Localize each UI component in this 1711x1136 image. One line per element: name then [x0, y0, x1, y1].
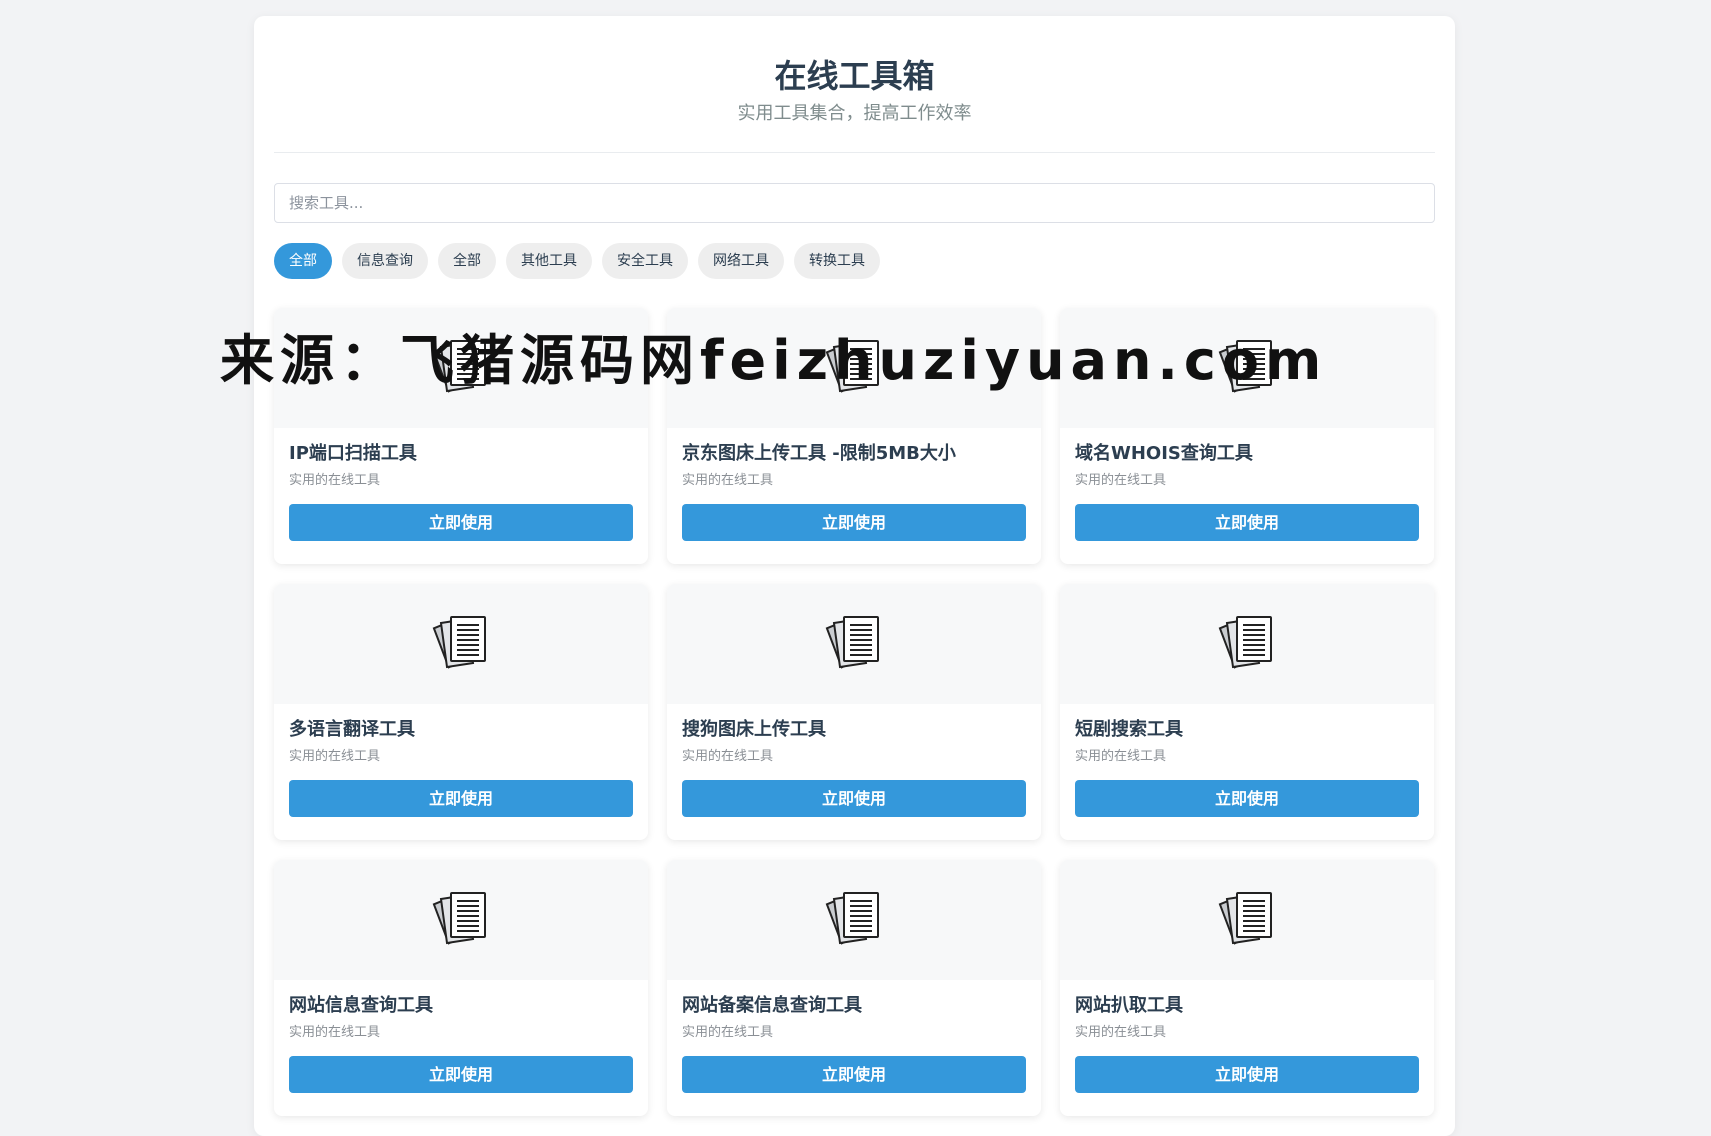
- tool-card-description: 实用的在线工具: [682, 1025, 774, 1040]
- tool-card: 短剧搜索工具实用的在线工具立即使用: [1060, 584, 1434, 840]
- tool-card-title: 网站备案信息查询工具: [682, 995, 862, 1016]
- tool-card-title: 短剧搜索工具: [1075, 719, 1183, 740]
- tool-card-thumbnail: [274, 308, 648, 428]
- document-stack-icon: [1218, 892, 1272, 945]
- tool-card: 搜狗图床上传工具实用的在线工具立即使用: [667, 584, 1041, 840]
- filter-button[interactable]: 其他工具: [506, 243, 592, 279]
- use-now-button[interactable]: 立即使用: [1075, 780, 1419, 817]
- tool-card: 网站信息查询工具实用的在线工具立即使用: [274, 860, 648, 1116]
- category-filters: 全部 信息查询 全部 其他工具 安全工具 网络工具 转换工具: [274, 243, 1435, 279]
- page-header: 在线工具箱 实用工具集合，提高工作效率: [274, 16, 1435, 153]
- tool-card-body: IP端口扫描工具实用的在线工具立即使用: [274, 428, 648, 541]
- tool-card-body: 域名WHOIS查询工具实用的在线工具立即使用: [1060, 428, 1434, 541]
- use-now-button[interactable]: 立即使用: [289, 780, 633, 817]
- use-now-button[interactable]: 立即使用: [682, 780, 1026, 817]
- document-stack-icon: [432, 616, 486, 669]
- main-container: 在线工具箱 实用工具集合，提高工作效率 全部信息查询全部其他工具安全工具网络工具…: [254, 16, 1455, 1136]
- tool-card-body: 短剧搜索工具实用的在线工具立即使用: [1060, 704, 1434, 817]
- use-now-button[interactable]: 立即使用: [682, 504, 1026, 541]
- tool-grid: IP端口扫描工具 实用的在线工具 立即使用 京东图床上传工具 -限制5MB大小 实用的…: [274, 308, 1435, 1116]
- filter-button[interactable]: 转换工具: [794, 243, 880, 279]
- filter-button[interactable]: 安全工具: [602, 243, 688, 279]
- tool-card-title: 多语言翻译工具: [289, 719, 415, 740]
- use-now-button[interactable]: 立即使用: [1075, 504, 1419, 541]
- tool-card: 网站备案信息查询工具实用的在线工具立即使用: [667, 860, 1041, 1116]
- tool-card-thumbnail: [1060, 860, 1434, 980]
- search-input[interactable]: [274, 183, 1435, 223]
- tool-card-description: 实用的在线工具: [682, 749, 774, 764]
- tool-card-body: 网站扒取工具实用的在线工具立即使用: [1060, 980, 1434, 1093]
- tool-card-description: 实用的在线工具: [682, 473, 774, 488]
- tool-card-title: 京东图床上传工具 -限制5MB大小: [682, 443, 956, 464]
- use-now-button[interactable]: 立即使用: [682, 1056, 1026, 1093]
- tool-card-body: 搜狗图床上传工具实用的在线工具立即使用: [667, 704, 1041, 817]
- tool-card-thumbnail: [667, 584, 1041, 704]
- use-now-button[interactable]: 立即使用: [289, 1056, 633, 1093]
- tool-card-description: 实用的在线工具: [1075, 473, 1167, 488]
- tool-card-thumbnail: [274, 584, 648, 704]
- tool-card: 京东图床上传工具 -限制5MB大小实用的在线工具立即使用: [667, 308, 1041, 564]
- filter-button[interactable]: 信息查询: [342, 243, 428, 279]
- tool-card-title: IP端口扫描工具: [289, 443, 417, 464]
- tool-card-body: 多语言翻译工具实用的在线工具立即使用: [274, 704, 648, 817]
- tool-card-description: 实用的在线工具: [289, 1025, 381, 1040]
- tool-card-description: 实用的在线工具: [1075, 749, 1167, 764]
- filter-button[interactable]: 全部: [438, 243, 496, 279]
- tool-card-thumbnail: [667, 860, 1041, 980]
- tool-card-title: 网站扒取工具: [1075, 995, 1183, 1016]
- document-stack-icon: [1218, 616, 1272, 669]
- tool-card-title: 搜狗图床上传工具: [682, 719, 826, 740]
- tool-card: IP端口扫描工具实用的在线工具立即使用: [274, 308, 648, 564]
- tool-card-title: 网站信息查询工具: [289, 995, 433, 1016]
- tool-card-thumbnail: [1060, 308, 1434, 428]
- document-stack-icon: [432, 892, 486, 945]
- search-bar: [274, 183, 1435, 223]
- tool-card: 网站扒取工具实用的在线工具立即使用: [1060, 860, 1434, 1116]
- use-now-button[interactable]: 立即使用: [289, 504, 633, 541]
- tool-card-description: 实用的在线工具: [289, 749, 381, 764]
- filter-button[interactable]: 全部: [274, 243, 332, 279]
- use-now-button[interactable]: 立即使用: [1075, 1056, 1419, 1093]
- document-stack-icon: [825, 340, 879, 393]
- document-stack-icon: [1218, 340, 1272, 393]
- tool-card-description: 实用的在线工具: [289, 473, 381, 488]
- tool-card-description: 实用的在线工具: [1075, 1025, 1167, 1040]
- page-title: 在线工具箱: [774, 57, 935, 95]
- page-subtitle: 实用工具集合，提高工作效率: [737, 103, 972, 124]
- tool-card-title: 域名WHOIS查询工具: [1075, 443, 1253, 464]
- tool-card-thumbnail: [274, 860, 648, 980]
- document-stack-icon: [432, 340, 486, 393]
- document-stack-icon: [825, 892, 879, 945]
- tool-card-body: 京东图床上传工具 -限制5MB大小实用的在线工具立即使用: [667, 428, 1041, 541]
- document-stack-icon: [825, 616, 879, 669]
- tool-card-body: 网站备案信息查询工具实用的在线工具立即使用: [667, 980, 1041, 1093]
- tool-card-thumbnail: [667, 308, 1041, 428]
- filter-button[interactable]: 网络工具: [698, 243, 784, 279]
- tool-card: 域名WHOIS查询工具实用的在线工具立即使用: [1060, 308, 1434, 564]
- tool-card: 多语言翻译工具实用的在线工具立即使用: [274, 584, 648, 840]
- tool-card-thumbnail: [1060, 584, 1434, 704]
- tool-card-body: 网站信息查询工具实用的在线工具立即使用: [274, 980, 648, 1093]
